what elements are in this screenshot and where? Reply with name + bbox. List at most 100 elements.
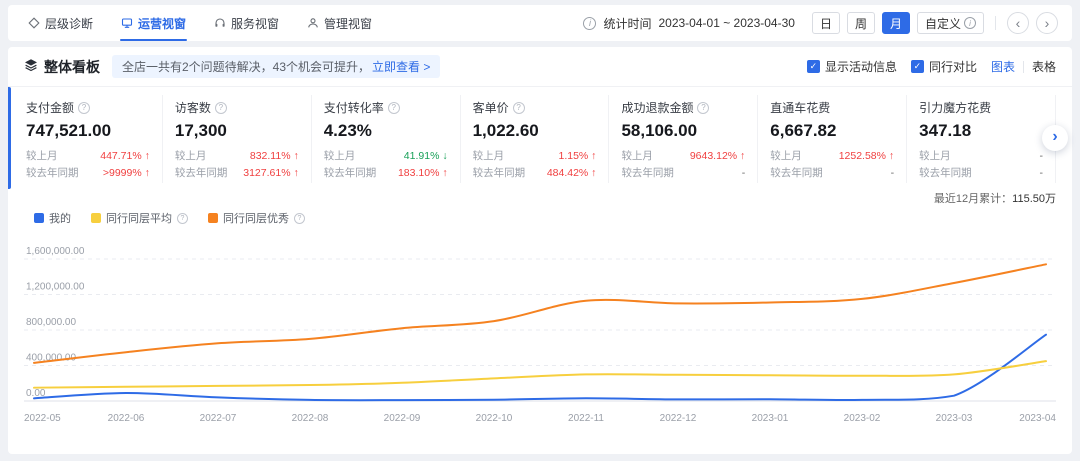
mom-label: 较上月 <box>324 148 356 165</box>
table-view-link[interactable]: 表格 <box>1032 58 1056 75</box>
tab-management-view[interactable]: 管理视窗 <box>293 5 386 41</box>
notice-text: 全店一共有2个问题待解决，43个机会可提升， <box>122 58 370 75</box>
metric-title: 支付金额 <box>26 99 74 116</box>
stat-time-value: 2023-04-01 ~ 2023-04-30 <box>658 16 794 30</box>
yoy-delta: - <box>891 165 895 182</box>
svg-text:1,600,000.00: 1,600,000.00 <box>26 246 85 257</box>
range-custom-label: 自定义 <box>925 15 961 32</box>
yoy-delta: - <box>1040 165 1044 182</box>
mom-delta: 41.91% ↓ <box>404 148 448 165</box>
mom-delta: 1252.58% ↑ <box>839 148 894 165</box>
range-custom-button[interactable]: 自定义 <box>917 12 984 34</box>
metric-card-visitors[interactable]: 访客数 17,300 较上月 832.11% ↑ 较去年同期 3127.61% … <box>163 95 312 183</box>
mom-delta: 832.11% ↑ <box>250 148 299 165</box>
tab-label: 服务视窗 <box>231 15 279 32</box>
tab-level-diagnosis[interactable]: 层级诊断 <box>14 5 107 41</box>
headset-icon <box>214 17 226 29</box>
metric-value: 1,022.60 <box>473 121 597 141</box>
mom-label: 较上月 <box>919 148 951 165</box>
legend-swatch-yellow <box>91 213 101 223</box>
yoy-delta: 484.42% ↑ <box>547 165 597 182</box>
range-week-button[interactable]: 周 <box>847 12 875 34</box>
date-controls: 统计时间 2023-04-01 ~ 2023-04-30 日 周 月 自定义 <box>583 12 1058 34</box>
metric-value: 347.18 <box>919 121 1043 141</box>
yoy-delta: >9999% ↑ <box>103 165 150 182</box>
help-icon[interactable] <box>177 213 188 224</box>
svg-text:2023-01: 2023-01 <box>752 413 789 424</box>
cards-scroll-next-button[interactable] <box>1042 125 1068 151</box>
dashboard-page: 层级诊断 运营视窗 服务视窗 管理视窗 <box>0 0 1080 461</box>
legend-label: 我的 <box>49 210 71 226</box>
svg-text:2022-12: 2022-12 <box>660 413 697 424</box>
legend-item-peer-average[interactable]: 同行同层平均 <box>91 210 188 226</box>
trend-line-chart: 0.00400,000.00800,000.001,200,000.001,60… <box>24 229 1056 443</box>
tab-label: 层级诊断 <box>45 15 93 32</box>
view-tabs: 层级诊断 运营视窗 服务视窗 管理视窗 <box>14 5 386 41</box>
metric-card-express-train-cost[interactable]: 直通车花费 6,667.82 较上月 1252.58% ↑ 较去年同期 - <box>758 95 907 183</box>
metric-card-refund-amount[interactable]: 成功退款金额 58,106.00 较上月 9643.12% ↑ 较去年同期 - <box>609 95 758 183</box>
tab-operation-view[interactable]: 运营视窗 <box>107 5 200 41</box>
metric-value: 4.23% <box>324 121 448 141</box>
metric-card-avg-order-value[interactable]: 客单价 1,022.60 较上月 1.15% ↑ 较去年同期 484.42% ↑ <box>461 95 610 183</box>
yoy-label: 较去年同期 <box>26 165 79 182</box>
show-activity-checkbox[interactable]: 显示活动信息 <box>807 58 897 75</box>
layers-icon <box>24 58 38 75</box>
info-icon[interactable] <box>583 17 596 30</box>
legend-item-peer-excellent[interactable]: 同行同层优秀 <box>208 210 305 226</box>
mom-label: 较上月 <box>473 148 505 165</box>
view-now-link[interactable]: 立即查看 > <box>372 58 430 75</box>
svg-text:2022-11: 2022-11 <box>568 413 604 424</box>
board-title: 整体看板 <box>24 57 100 77</box>
legend-label: 同行同层优秀 <box>223 210 289 226</box>
divider <box>995 16 996 30</box>
checkbox-checked-icon <box>911 60 924 73</box>
tab-label: 管理视窗 <box>324 15 372 32</box>
divider <box>1023 61 1024 73</box>
tab-service-view[interactable]: 服务视窗 <box>200 5 293 41</box>
svg-text:2023-04: 2023-04 <box>1019 413 1056 424</box>
help-icon[interactable] <box>388 102 400 114</box>
board-header: 整体看板 全店一共有2个问题待解决，43个机会可提升， 立即查看 > 显示活动信… <box>8 47 1072 87</box>
metric-value: 747,521.00 <box>26 121 150 141</box>
checkbox-checked-icon <box>807 60 820 73</box>
yoy-delta: 183.10% ↑ <box>398 165 448 182</box>
legend-item-mine[interactable]: 我的 <box>34 210 71 226</box>
mom-label: 较上月 <box>770 148 802 165</box>
metric-title: 访客数 <box>175 99 211 116</box>
svg-text:2022-05: 2022-05 <box>24 413 61 424</box>
next-period-button[interactable] <box>1036 12 1058 34</box>
show-activity-label: 显示活动信息 <box>825 58 897 75</box>
metric-card-gravity-cube-cost[interactable]: 引力魔方花费 347.18 较上月 - 较去年同期 - <box>907 95 1056 183</box>
metric-title: 直通车花费 <box>770 99 830 116</box>
svg-text:2022-09: 2022-09 <box>384 413 421 424</box>
legend-swatch-orange <box>208 213 218 223</box>
yoy-label: 较去年同期 <box>621 165 674 182</box>
metric-card-conversion-rate[interactable]: 支付转化率 4.23% 较上月 41.91% ↓ 较去年同期 183.10% ↑ <box>312 95 461 183</box>
metric-card-payment-amount[interactable]: 支付金额 747,521.00 较上月 447.71% ↑ 较去年同期 >999… <box>24 95 163 183</box>
yoy-delta: 3127.61% ↑ <box>243 165 298 182</box>
range-month-button[interactable]: 月 <box>882 12 910 34</box>
overview-board-panel: 整体看板 全店一共有2个问题待解决，43个机会可提升， 立即查看 > 显示活动信… <box>8 47 1072 454</box>
mom-label: 较上月 <box>175 148 207 165</box>
person-icon <box>307 17 319 29</box>
svg-text:2023-03: 2023-03 <box>936 413 973 424</box>
help-icon[interactable] <box>294 213 305 224</box>
yoy-delta: - <box>742 165 746 182</box>
prev-period-button[interactable] <box>1007 12 1029 34</box>
mom-label: 较上月 <box>26 148 58 165</box>
metric-cards-row: 支付金额 747,521.00 较上月 447.71% ↑ 较去年同期 >999… <box>8 87 1072 189</box>
peer-compare-label: 同行对比 <box>929 58 977 75</box>
chart-area: 0.00400,000.00800,000.001,200,000.001,60… <box>24 229 1056 454</box>
peer-compare-checkbox[interactable]: 同行对比 <box>911 58 977 75</box>
help-icon[interactable] <box>78 102 90 114</box>
help-icon[interactable] <box>513 102 525 114</box>
metric-value: 6,667.82 <box>770 121 894 141</box>
help-icon[interactable] <box>215 102 227 114</box>
chart-view-link[interactable]: 图表 <box>991 58 1015 75</box>
range-day-button[interactable]: 日 <box>812 12 840 34</box>
mom-delta: 447.71% ↑ <box>100 148 150 165</box>
metric-value: 17,300 <box>175 121 299 141</box>
help-icon[interactable] <box>697 102 709 114</box>
yoy-label: 较去年同期 <box>175 165 228 182</box>
metric-title: 引力魔方花费 <box>919 99 991 116</box>
